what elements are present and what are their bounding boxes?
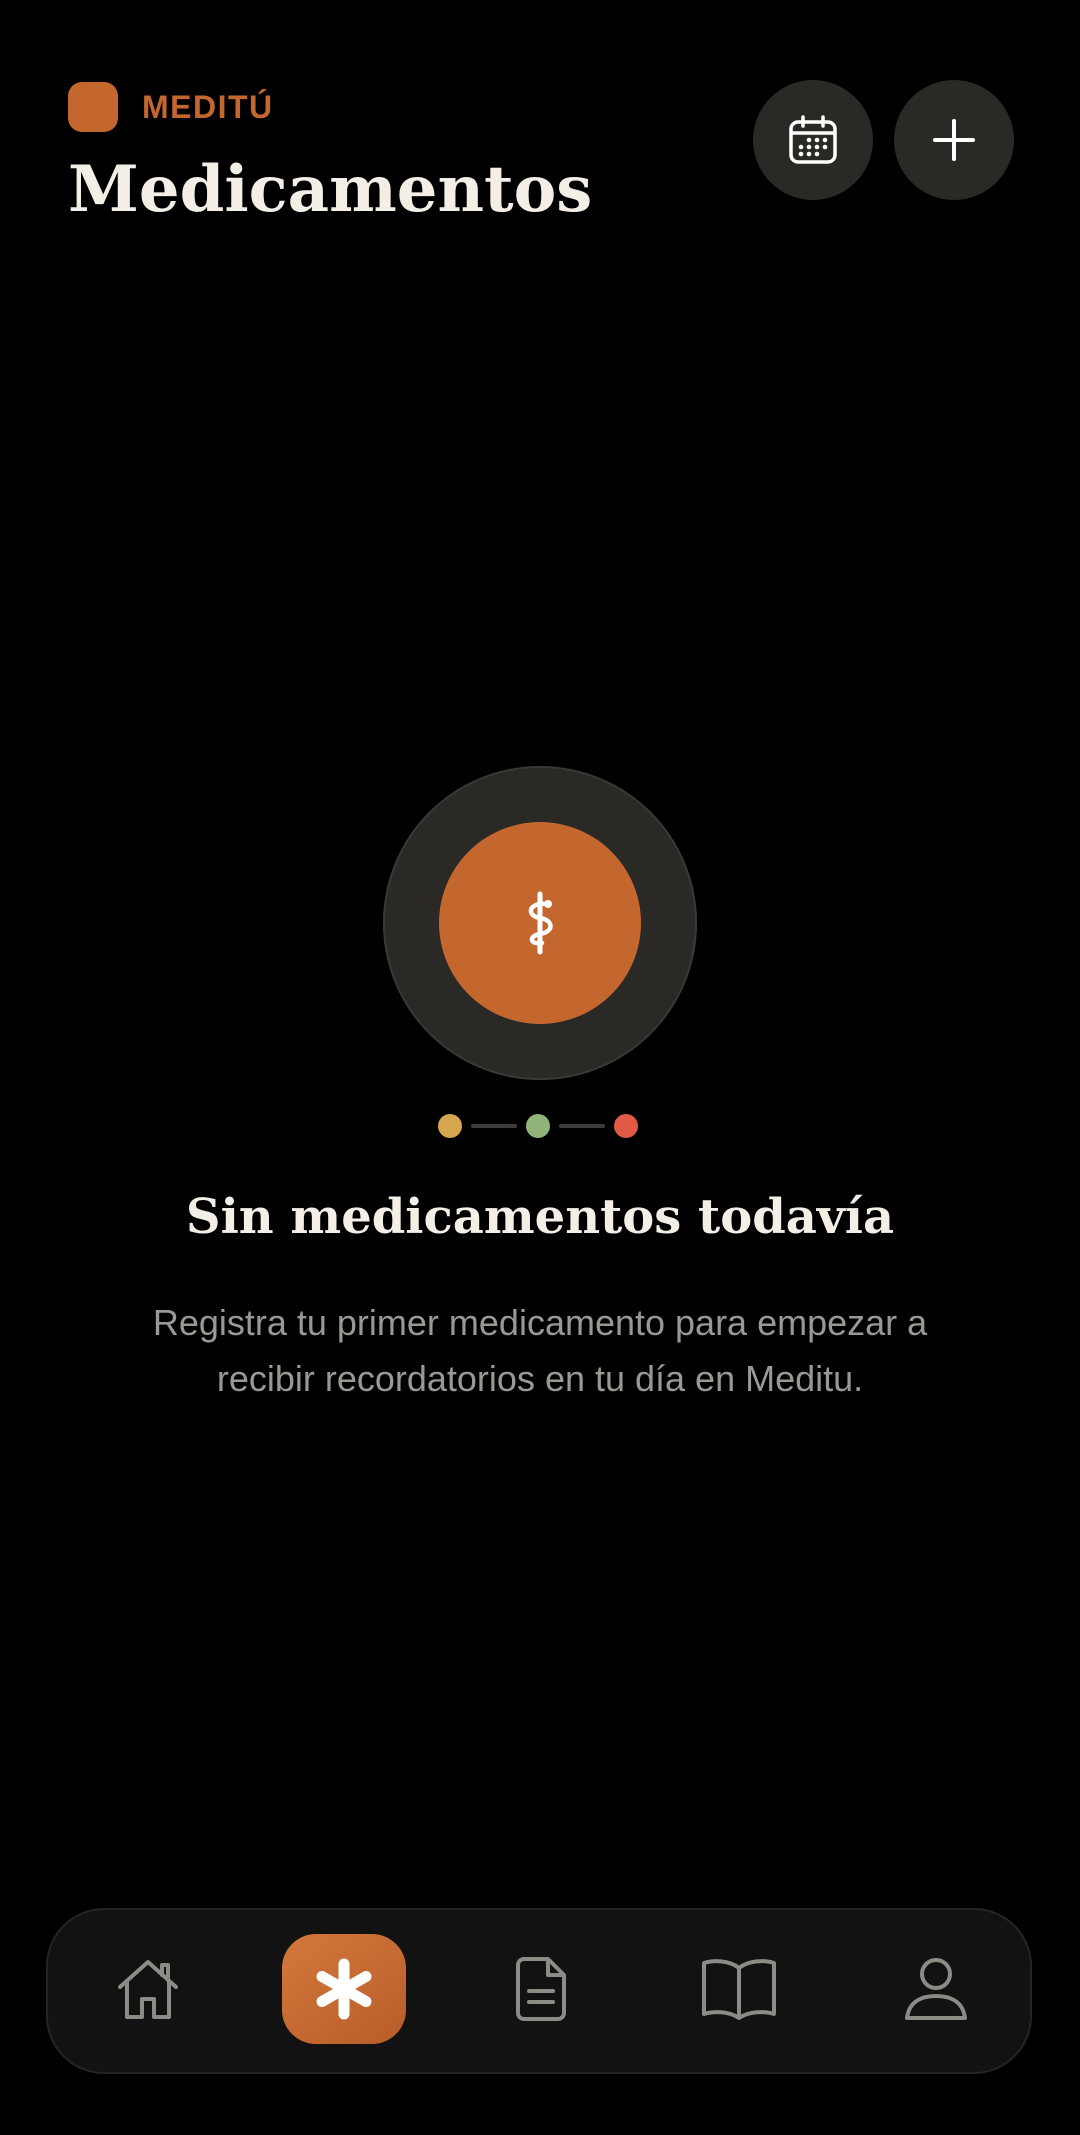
- calendar-button[interactable]: [753, 80, 873, 200]
- plus-icon: [933, 119, 975, 161]
- document-icon: [516, 1957, 566, 2021]
- empty-state-title: Sin medicamentos todavía: [185, 1189, 895, 1245]
- status-dots: [438, 1114, 638, 1138]
- tab-home[interactable]: [86, 1934, 210, 2044]
- dot-connector: [559, 1124, 605, 1128]
- empty-state-badge: [439, 822, 641, 1024]
- tab-library[interactable]: [677, 1934, 801, 2044]
- empty-state-illustration: [383, 766, 697, 1080]
- bottom-tab-bar: [46, 1908, 1032, 2074]
- status-dot-yellow: [438, 1114, 462, 1138]
- status-dot-red: [614, 1114, 638, 1138]
- tab-profile[interactable]: [874, 1934, 998, 2044]
- brand: MEDITÚ: [68, 81, 274, 133]
- asterisk-icon: [316, 1958, 372, 2020]
- tab-medications[interactable]: [282, 1934, 406, 2044]
- home-icon: [118, 1960, 178, 2019]
- dot-connector: [471, 1124, 517, 1128]
- caduceus-icon: [528, 891, 553, 955]
- book-icon: [702, 1959, 776, 2020]
- add-button[interactable]: [894, 80, 1014, 200]
- status-dot-green: [526, 1114, 550, 1138]
- empty-state-description: Registra tu primer medicamento para empe…: [152, 1302, 928, 1399]
- brand-logo: [68, 82, 118, 132]
- page-title: Medicamentos: [68, 152, 593, 227]
- brand-name: MEDITÚ: [142, 88, 274, 125]
- tab-documents[interactable]: [480, 1934, 604, 2044]
- calendar-icon: [789, 115, 837, 164]
- user-icon: [905, 1958, 967, 2020]
